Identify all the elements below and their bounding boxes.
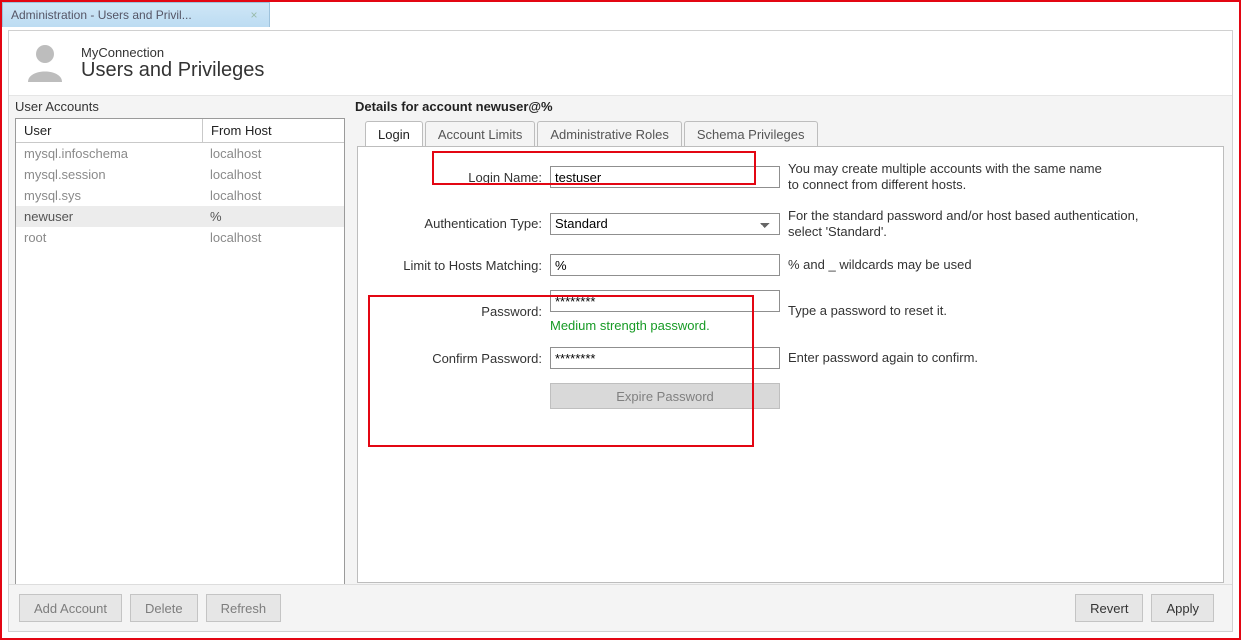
hosts-input[interactable] xyxy=(550,254,780,276)
cell-user: mysql.session xyxy=(16,164,202,185)
refresh-button[interactable]: Refresh xyxy=(206,594,282,622)
confirm-password-label: Confirm Password: xyxy=(372,351,542,366)
page-title: Users and Privileges xyxy=(81,60,264,81)
document-tab-admin-users[interactable]: Administration - Users and Privil... × xyxy=(2,2,270,27)
tab-account-limits[interactable]: Account Limits xyxy=(425,121,536,146)
app-window: Administration - Users and Privil... × M… xyxy=(0,0,1241,640)
account-details-tabs: LoginAccount LimitsAdministrative RolesS… xyxy=(355,120,1226,585)
tab-schema-privileges[interactable]: Schema Privileges xyxy=(684,121,818,146)
cell-host: % xyxy=(202,206,344,227)
column-header-user[interactable]: User xyxy=(16,119,203,142)
table-row[interactable]: newuser% xyxy=(16,206,344,227)
cell-user: root xyxy=(16,227,202,248)
apply-button[interactable]: Apply xyxy=(1151,594,1214,622)
user-accounts-panel: User Accounts User From Host mysql.infos… xyxy=(9,95,345,585)
table-row[interactable]: mysql.sessionlocalhost xyxy=(16,164,344,185)
cell-user: newuser xyxy=(16,206,202,227)
cell-host: localhost xyxy=(202,164,344,185)
tab-administrative-roles[interactable]: Administrative Roles xyxy=(537,121,682,146)
add-account-button[interactable]: Add Account xyxy=(19,594,122,622)
connection-name: MyConnection xyxy=(81,45,264,60)
auth-type-hint: For the standard password and/or host ba… xyxy=(788,208,1209,241)
confirm-password-input[interactable] xyxy=(550,347,780,369)
table-row[interactable]: mysql.infoschemalocalhost xyxy=(16,143,344,164)
user-accounts-table: User From Host mysql.infoschemalocalhost… xyxy=(15,118,345,585)
tab-strip: LoginAccount LimitsAdministrative RolesS… xyxy=(355,120,1226,146)
login-name-hint: You may create multiple accounts with th… xyxy=(788,161,1209,194)
auth-type-label: Authentication Type: xyxy=(372,216,542,231)
auth-type-select[interactable]: Standard xyxy=(550,213,780,235)
password-label: Password: xyxy=(372,304,542,319)
password-strength-text: Medium strength password. xyxy=(550,312,780,333)
user-accounts-heading: User Accounts xyxy=(15,97,345,118)
login-form: Login Name: You may create multiple acco… xyxy=(372,161,1209,409)
confirm-password-hint: Enter password again to confirm. xyxy=(788,350,1209,366)
hosts-label: Limit to Hosts Matching: xyxy=(372,258,542,273)
table-row[interactable]: rootlocalhost xyxy=(16,227,344,248)
close-icon[interactable]: × xyxy=(247,8,261,22)
revert-button[interactable]: Revert xyxy=(1075,594,1143,622)
cell-host: localhost xyxy=(202,227,344,248)
login-name-input[interactable] xyxy=(550,166,780,188)
user-accounts-table-header: User From Host xyxy=(16,119,344,143)
document-tab-bar: Administration - Users and Privil... × xyxy=(2,2,1239,26)
account-details-title: Details for account newuser@% xyxy=(355,97,1226,120)
tab-login[interactable]: Login xyxy=(365,121,423,146)
main-panel: MyConnection Users and Privileges User A… xyxy=(8,30,1233,632)
bottom-toolbar: Add Account Delete Refresh Revert Apply xyxy=(9,584,1232,631)
cell-host: localhost xyxy=(202,143,344,164)
column-header-host[interactable]: From Host xyxy=(203,119,344,142)
page-header: MyConnection Users and Privileges xyxy=(9,31,1232,96)
login-name-label: Login Name: xyxy=(372,170,542,185)
expire-password-button[interactable]: Expire Password xyxy=(550,383,780,409)
content-body: User Accounts User From Host mysql.infos… xyxy=(9,95,1232,585)
document-tab-label: Administration - Users and Privil... xyxy=(11,8,192,22)
password-input[interactable] xyxy=(550,290,780,312)
cell-user: mysql.sys xyxy=(16,185,202,206)
tab-panel-login: Login Name: You may create multiple acco… xyxy=(357,146,1224,583)
password-hint: Type a password to reset it. xyxy=(788,303,1209,319)
account-details-panel: Details for account newuser@% LoginAccou… xyxy=(345,95,1232,585)
cell-user: mysql.infoschema xyxy=(16,143,202,164)
users-icon xyxy=(19,37,71,89)
hosts-hint: % and _ wildcards may be used xyxy=(788,257,1209,273)
delete-account-button[interactable]: Delete xyxy=(130,594,198,622)
cell-host: localhost xyxy=(202,185,344,206)
table-row[interactable]: mysql.syslocalhost xyxy=(16,185,344,206)
